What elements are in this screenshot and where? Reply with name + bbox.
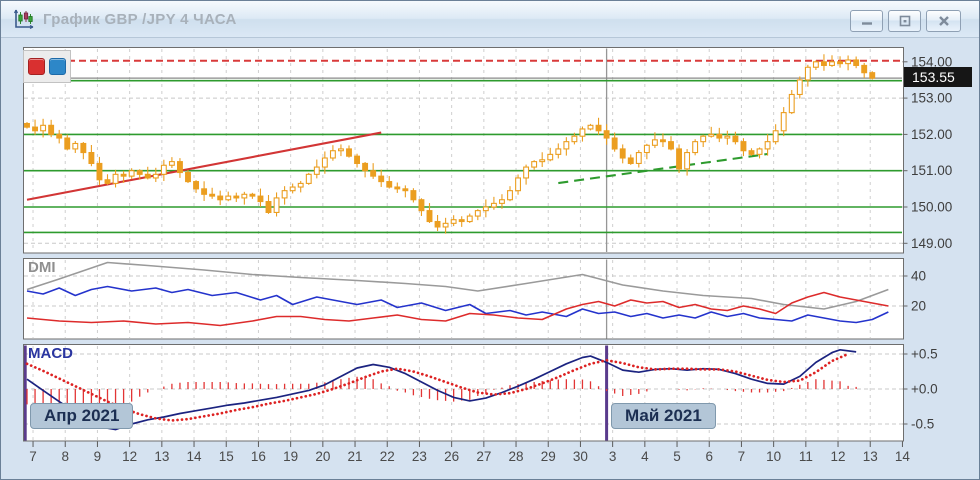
time-axis-label: 9 — [94, 449, 102, 464]
dmi-axis-label: 40 — [911, 269, 926, 284]
time-axis-label: 13 — [154, 449, 169, 464]
time-axis-label: 14 — [895, 449, 911, 464]
title-bar: График GBP /JPY 4 ЧАСА — [1, 1, 979, 38]
chart-canvas[interactable]: 154.00153.00152.00151.00150.00149.004020… — [1, 1, 979, 479]
maximize-button[interactable] — [888, 10, 921, 32]
price-axis-label: 153.00 — [911, 91, 952, 106]
time-axis-label: 22 — [380, 449, 395, 464]
red-series-button[interactable] — [28, 58, 45, 75]
price-axis-label: 151.00 — [911, 163, 952, 178]
candlestick-chart-icon — [13, 8, 35, 30]
panel-backgrounds — [23, 47, 904, 441]
time-axis-label: 4 — [641, 449, 649, 464]
window-title: График GBP /JPY 4 ЧАСА — [43, 10, 237, 28]
time-axis-label: 5 — [673, 449, 681, 464]
month-badge-april: Апр 2021 — [30, 403, 134, 429]
close-icon — [938, 16, 949, 26]
time-axis-label: 11 — [799, 449, 813, 464]
time-axis-label: 29 — [541, 449, 556, 464]
month-badge-may: Май 2021 — [611, 403, 716, 429]
time-axis-label: 19 — [283, 449, 298, 464]
time-axis-label: 30 — [573, 449, 588, 464]
time-axis-label: 12 — [122, 449, 137, 464]
maximize-icon — [899, 15, 910, 27]
chart-window: 154.00 153.00 152.00 151.00 150.00 149.00 40 20… — [0, 0, 980, 480]
price-axis-label: 149.00 — [911, 236, 952, 251]
current-price-badge: 153.55 — [904, 67, 972, 87]
time-axis-label: 26 — [444, 449, 459, 464]
indicator-axes: 40 20 +0.5 +0.0 -0.5 — [902, 269, 938, 432]
close-button[interactable] — [926, 10, 961, 32]
minimize-icon — [861, 22, 872, 25]
time-axis-label: 6 — [705, 449, 713, 464]
time-axis-label: 20 — [315, 449, 330, 464]
time-axis-label: 8 — [61, 449, 69, 464]
dmi-panel-label: DMI — [28, 259, 56, 276]
series-legend — [23, 50, 71, 83]
time-axis-label: 23 — [412, 449, 427, 464]
time-axis-label: 3 — [609, 449, 617, 464]
time-axis-label: 16 — [251, 449, 266, 464]
time-axis-label: 28 — [509, 449, 524, 464]
price-axis-label: 152.00 — [911, 127, 952, 142]
time-axis-label: 15 — [219, 449, 234, 464]
macd-axis-label: +0.0 — [911, 382, 938, 397]
time-axis-label: 21 — [348, 449, 363, 464]
time-axis-label: 27 — [476, 449, 491, 464]
macd-axis-label: +0.5 — [911, 347, 938, 362]
dmi-axis-label: 20 — [911, 299, 926, 314]
time-axis-label: 7 — [29, 449, 37, 464]
time-axis: 7 8 9 12 13 14 15 16 19 20 21 22 23 26 27 28 29 30 3 4 5 6 7 10… — [29, 441, 911, 464]
time-axis-label: 10 — [766, 449, 781, 464]
price-axis-label: 150.00 — [911, 200, 952, 215]
time-axis-label: 12 — [831, 449, 846, 464]
time-axis-label: 13 — [863, 449, 878, 464]
macd-panel-label: MACD — [28, 345, 73, 362]
time-axis-label: 14 — [187, 449, 203, 464]
time-axis-label: 7 — [738, 449, 746, 464]
macd-axis-label: -0.5 — [911, 417, 934, 432]
blue-series-button[interactable] — [49, 58, 66, 75]
minimize-button[interactable] — [850, 10, 883, 32]
